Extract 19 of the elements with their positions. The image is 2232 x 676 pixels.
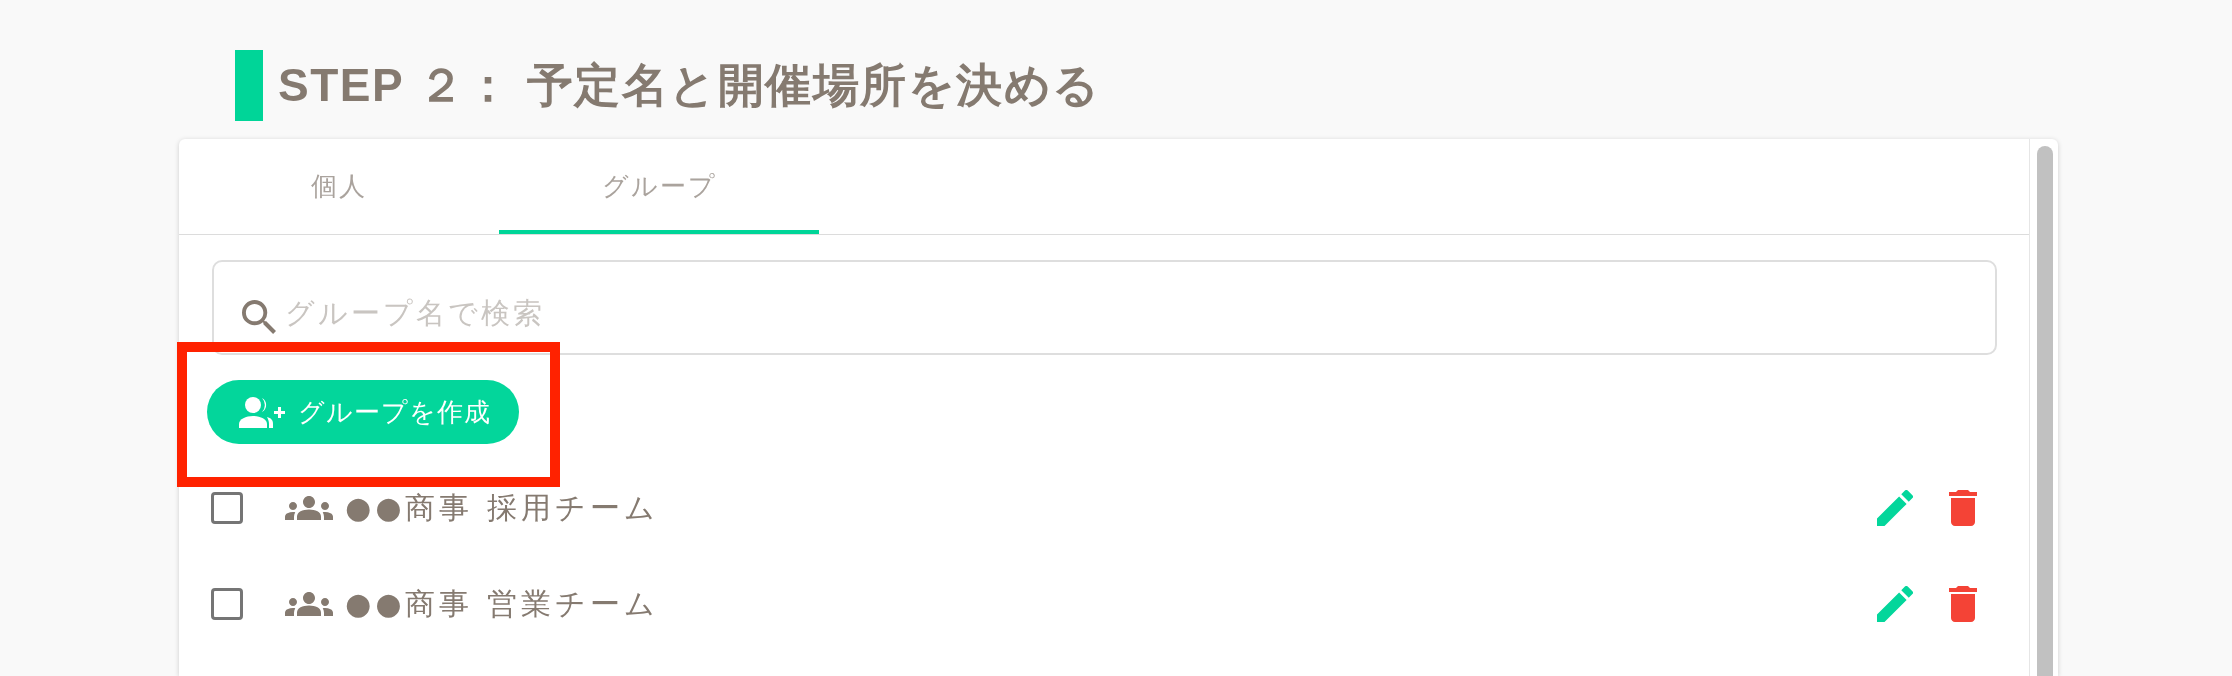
- group-name: ●●商事 採用チーム: [345, 488, 659, 527]
- scrollbar-thumb[interactable]: [2037, 146, 2053, 676]
- people-icon: [285, 496, 333, 520]
- heading-accent-bar: [235, 50, 263, 121]
- checkbox[interactable]: [211, 492, 243, 524]
- trash-icon[interactable]: [1949, 586, 1977, 622]
- checkbox[interactable]: [211, 588, 243, 620]
- section-title: STEP ２： 予定名と開催場所を決める: [278, 57, 1101, 113]
- search-field[interactable]: グループ名で検索: [212, 260, 1997, 355]
- trash-icon[interactable]: [1949, 490, 1977, 526]
- create-group-button[interactable]: グループを作成: [207, 380, 519, 444]
- people-icon: [285, 592, 333, 616]
- search-icon: [242, 300, 276, 334]
- pencil-icon[interactable]: [1877, 490, 1913, 526]
- pencil-icon[interactable]: [1877, 586, 1913, 622]
- person-add-icon: [239, 396, 287, 428]
- group-name: ●●商事 営業チーム: [345, 584, 659, 623]
- tab[interactable]: 個人: [179, 139, 499, 234]
- tab[interactable]: グループ: [499, 139, 819, 234]
